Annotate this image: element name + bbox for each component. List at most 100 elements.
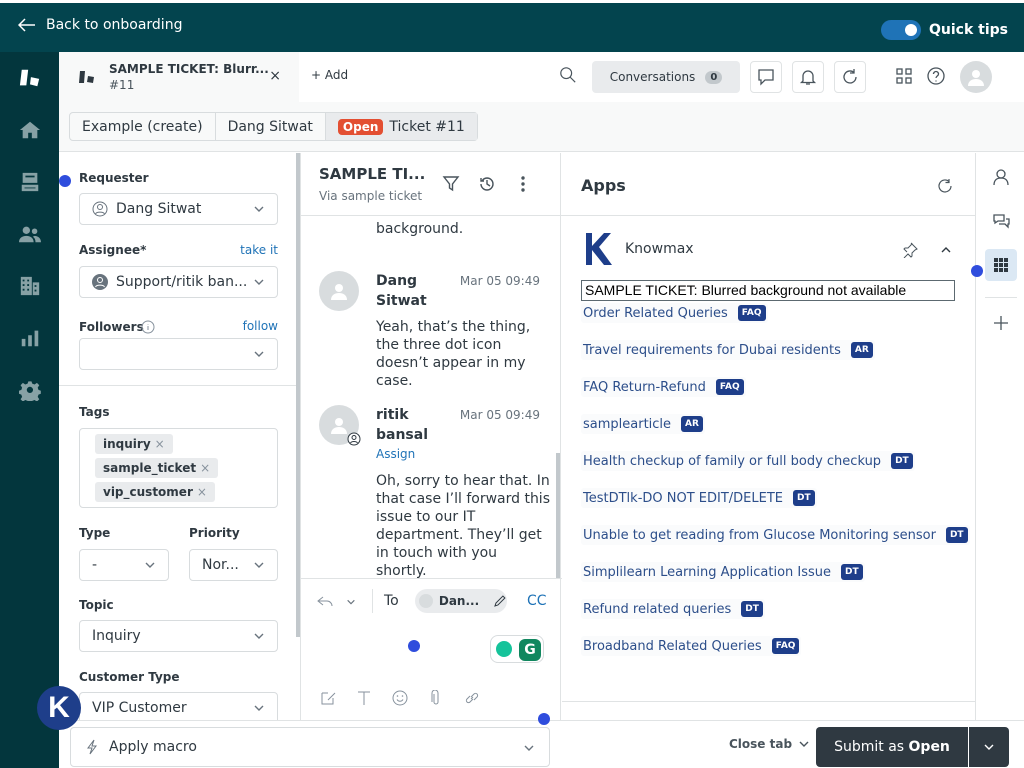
knowmax-result-item[interactable]: Unable to get reading from Glucose Monit…: [581, 525, 970, 545]
submit-options-button[interactable]: [969, 727, 1009, 767]
emoji-icon[interactable]: [392, 690, 408, 706]
knowmax-result-item[interactable]: Simplilearn Learning Application Issue DT: [581, 562, 865, 582]
remove-tag-icon[interactable]: ×: [200, 461, 210, 475]
apps-grid-icon[interactable]: [985, 249, 1017, 281]
close-tab-dropdown[interactable]: Close tab: [729, 737, 810, 751]
knowmax-result-item[interactable]: FAQ Return-Refund FAQ: [581, 377, 746, 397]
home-icon[interactable]: [18, 118, 42, 142]
link-icon[interactable]: [464, 690, 480, 706]
agent-avatar-icon: [92, 274, 108, 290]
interactions-icon[interactable]: [985, 205, 1017, 237]
history-icon[interactable]: [478, 175, 498, 195]
pin-icon[interactable]: [902, 242, 918, 258]
grammarly-bulb-icon[interactable]: [496, 641, 512, 657]
product-tray-icon[interactable]: [894, 66, 914, 86]
knowmax-floating-button[interactable]: K: [37, 686, 81, 730]
recipient-name: Dan...: [438, 594, 480, 608]
chat-icon[interactable]: [750, 61, 782, 93]
message-author-last[interactable]: Sitwat: [376, 291, 427, 311]
compose-icon[interactable]: [320, 690, 336, 706]
message-author-first[interactable]: ritik: [376, 405, 409, 425]
zendesk-logo-icon[interactable]: [18, 66, 42, 90]
quick-tips-toggle[interactable]: [881, 20, 921, 40]
follow-link[interactable]: follow: [243, 319, 278, 333]
breadcrumb-requester[interactable]: Dang Sitwat: [216, 113, 326, 140]
result-type-badge: FAQ: [715, 379, 744, 395]
customer-context-icon[interactable]: [985, 161, 1017, 193]
message-author-last[interactable]: bansal: [376, 425, 428, 445]
grammarly-g-icon[interactable]: G: [519, 639, 541, 661]
assignee-value: Support/ritik ban...: [116, 274, 248, 290]
organizations-icon[interactable]: [18, 274, 42, 298]
refresh-icon[interactable]: [834, 61, 866, 93]
tabs-bar: SAMPLE TICKET: Blurr... #11 × + Add Conve…: [59, 52, 1024, 102]
reply-icon[interactable]: [317, 595, 333, 609]
result-type-badge: DT: [741, 601, 763, 617]
info-icon[interactable]: [141, 320, 155, 334]
result-label: Broadband Related Queries: [583, 638, 762, 654]
back-to-onboarding-link[interactable]: Back to onboarding: [18, 17, 182, 33]
grammarly-widget[interactable]: G: [490, 635, 544, 663]
topic-field[interactable]: Inquiry: [79, 620, 278, 652]
conversations-label: Conversations: [609, 70, 696, 84]
result-type-badge: DT: [841, 564, 863, 580]
priority-field[interactable]: Nor...: [189, 549, 278, 581]
views-icon[interactable]: [18, 170, 42, 194]
reporting-icon[interactable]: [18, 326, 42, 350]
tag-chip[interactable]: sample_ticket ×: [95, 458, 219, 478]
filter-icon[interactable]: [442, 175, 462, 195]
knowmax-result-item[interactable]: samplearticle AR: [581, 414, 705, 434]
ticket-tab[interactable]: SAMPLE TICKET: Blurr... #11 ×: [59, 52, 299, 102]
remove-tag-icon[interactable]: ×: [197, 485, 207, 499]
tags-label: Tags: [79, 405, 110, 419]
assign-link[interactable]: Assign: [376, 447, 415, 461]
message-author-first[interactable]: Dang: [376, 271, 417, 291]
bell-icon[interactable]: [792, 61, 824, 93]
apply-macro-dropdown[interactable]: Apply macro: [70, 727, 550, 767]
edit-pencil-icon[interactable]: [493, 594, 507, 608]
breadcrumb-ticket[interactable]: Open Ticket #11: [325, 113, 477, 140]
remove-tag-icon[interactable]: ×: [155, 437, 165, 451]
attachment-icon[interactable]: [428, 690, 444, 706]
knowmax-result-item[interactable]: TestDTlk-DO NOT EDIT/DELETE DT: [581, 488, 817, 508]
tags-field[interactable]: inquiry × sample_ticket × vip_customer ×: [79, 428, 278, 508]
knowmax-search-input[interactable]: SAMPLE TICKET: Blurred background not av…: [581, 280, 955, 301]
knowmax-result-item[interactable]: Refund related queries DT: [581, 599, 765, 619]
user-avatar[interactable]: [960, 61, 992, 93]
followers-field[interactable]: [79, 338, 278, 370]
knowmax-result-item[interactable]: Travel requirements for Dubai residents A…: [581, 340, 875, 360]
result-type-badge: DT: [793, 490, 815, 506]
close-tab-icon[interactable]: ×: [269, 68, 281, 84]
refresh-apps-icon[interactable]: [937, 178, 953, 194]
customer-type-field[interactable]: VIP Customer: [79, 692, 278, 720]
customers-icon[interactable]: [18, 222, 42, 246]
add-app-icon[interactable]: [985, 307, 1017, 339]
knowmax-result-item[interactable]: Broadband Related Queries FAQ: [581, 636, 802, 656]
recipient-chip[interactable]: Dan...: [415, 589, 507, 613]
conversations-button[interactable]: Conversations 0: [592, 61, 740, 93]
submit-button[interactable]: Submit as Open: [816, 727, 968, 767]
message-partial-text: background.: [376, 221, 464, 237]
tag-chip[interactable]: vip_customer ×: [95, 482, 215, 502]
breadcrumb-organization[interactable]: Example (create): [70, 113, 216, 140]
knowmax-result-item[interactable]: Health checkup of family or full body ch…: [581, 451, 915, 471]
text-format-icon[interactable]: [356, 690, 372, 706]
conversation-scrollbar[interactable]: [556, 453, 560, 578]
add-tab-button[interactable]: + Add: [311, 68, 348, 82]
tag-chip[interactable]: inquiry ×: [95, 434, 173, 454]
result-type-badge: FAQ: [737, 305, 766, 321]
cc-button[interactable]: CC: [527, 593, 547, 609]
requester-field[interactable]: Dang Sitwat: [79, 193, 278, 225]
type-field[interactable]: -: [79, 549, 169, 581]
search-icon[interactable]: [559, 66, 579, 86]
chevron-up-icon[interactable]: [940, 244, 952, 256]
conversation-title: SAMPLE TI...: [319, 165, 426, 183]
take-it-link[interactable]: take it: [240, 243, 278, 257]
assignee-field[interactable]: Support/ritik ban...: [79, 266, 278, 298]
top-banner: Back to onboarding Quick tips: [0, 0, 1024, 52]
admin-gear-icon[interactable]: [18, 378, 42, 402]
more-options-icon[interactable]: [514, 175, 534, 195]
chevron-down-icon[interactable]: [346, 597, 356, 607]
knowmax-result-item[interactable]: Order Related Queries FAQ: [581, 303, 768, 323]
help-icon[interactable]: [926, 66, 946, 86]
